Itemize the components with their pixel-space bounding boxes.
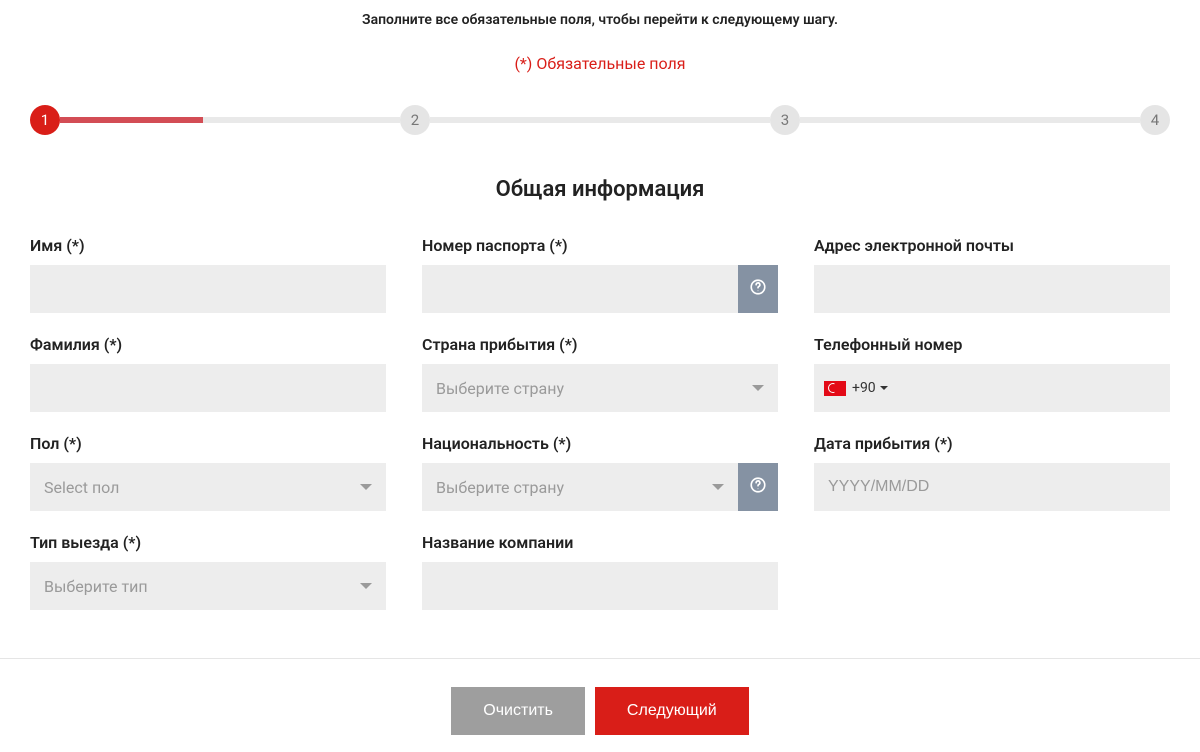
exit-type-select[interactable]: Выберите тип	[30, 562, 386, 610]
step-1: 1	[30, 105, 60, 135]
company-label: Название компании	[422, 533, 778, 552]
chevron-down-icon	[880, 386, 888, 390]
field-exit-type: Тип выезда (*) Выберите тип	[30, 533, 386, 610]
passport-label: Номер паспорта (*)	[422, 236, 778, 255]
field-nationality: Национальность (*) Выберите страну	[422, 434, 778, 511]
company-input[interactable]	[422, 562, 778, 610]
passport-input[interactable]	[422, 265, 738, 313]
last-name-input[interactable]	[30, 364, 386, 412]
step-2: 2	[400, 105, 430, 135]
dial-code: +90	[852, 380, 876, 396]
exit-type-placeholder: Выберите тип	[44, 577, 148, 596]
chevron-down-icon	[360, 583, 372, 589]
field-passport: Номер паспорта (*)	[422, 236, 778, 313]
instruction-text: Заполните все обязательные поля, чтобы п…	[0, 0, 1200, 28]
nationality-label: Национальность (*)	[422, 434, 778, 453]
field-first-name: Имя (*)	[30, 236, 386, 313]
field-phone: Телефонный номер +90	[814, 335, 1170, 412]
required-fields-note: (*) Обязательные поля	[0, 54, 1200, 73]
step-line-1-2	[60, 117, 400, 123]
arrival-date-label: Дата прибытия (*)	[814, 434, 1170, 453]
turkey-flag-icon	[824, 381, 846, 396]
first-name-input[interactable]	[30, 265, 386, 313]
phone-label: Телефонный номер	[814, 335, 1170, 354]
step-3: 3	[770, 105, 800, 135]
nationality-select[interactable]: Выберите страну	[422, 463, 738, 511]
step-line-2-3	[430, 117, 770, 123]
field-company: Название компании	[422, 533, 778, 610]
field-arrival-country: Страна прибытия (*) Выберите страну	[422, 335, 778, 412]
last-name-label: Фамилия (*)	[30, 335, 386, 354]
nationality-help-button[interactable]	[738, 463, 778, 511]
help-icon	[749, 476, 767, 498]
first-name-label: Имя (*)	[30, 236, 386, 255]
arrival-country-placeholder: Выберите страну	[436, 379, 564, 398]
arrival-country-select[interactable]: Выберите страну	[422, 364, 778, 412]
exit-type-label: Тип выезда (*)	[30, 533, 386, 552]
section-title: Общая информация	[0, 177, 1200, 202]
gender-label: Пол (*)	[30, 434, 386, 453]
email-label: Адрес электронной почты	[814, 236, 1170, 255]
nationality-placeholder: Выберите страну	[436, 478, 564, 497]
next-button[interactable]: Следующий	[595, 687, 749, 735]
email-input[interactable]	[814, 265, 1170, 313]
form-actions: Очистить Следующий	[0, 687, 1200, 735]
form-grid: Имя (*) Номер паспорта (*) Адрес электро…	[30, 236, 1170, 610]
arrival-country-label: Страна прибытия (*)	[422, 335, 778, 354]
step-line-3-4	[800, 117, 1140, 123]
step-4: 4	[1140, 105, 1170, 135]
field-email: Адрес электронной почты	[814, 236, 1170, 313]
help-icon	[749, 278, 767, 300]
field-arrival-date: Дата прибытия (*)	[814, 434, 1170, 511]
field-last-name: Фамилия (*)	[30, 335, 386, 412]
passport-help-button[interactable]	[738, 265, 778, 313]
progress-stepper: 1 2 3 4	[30, 105, 1170, 135]
chevron-down-icon	[712, 484, 724, 490]
gender-placeholder: Select пол	[44, 478, 119, 497]
chevron-down-icon	[752, 385, 764, 391]
field-gender: Пол (*) Select пол	[30, 434, 386, 511]
clear-button[interactable]: Очистить	[451, 687, 585, 735]
arrival-date-input[interactable]	[814, 463, 1170, 511]
chevron-down-icon	[360, 484, 372, 490]
gender-select[interactable]: Select пол	[30, 463, 386, 511]
divider	[0, 658, 1200, 659]
phone-input-wrap[interactable]: +90	[814, 364, 1170, 412]
